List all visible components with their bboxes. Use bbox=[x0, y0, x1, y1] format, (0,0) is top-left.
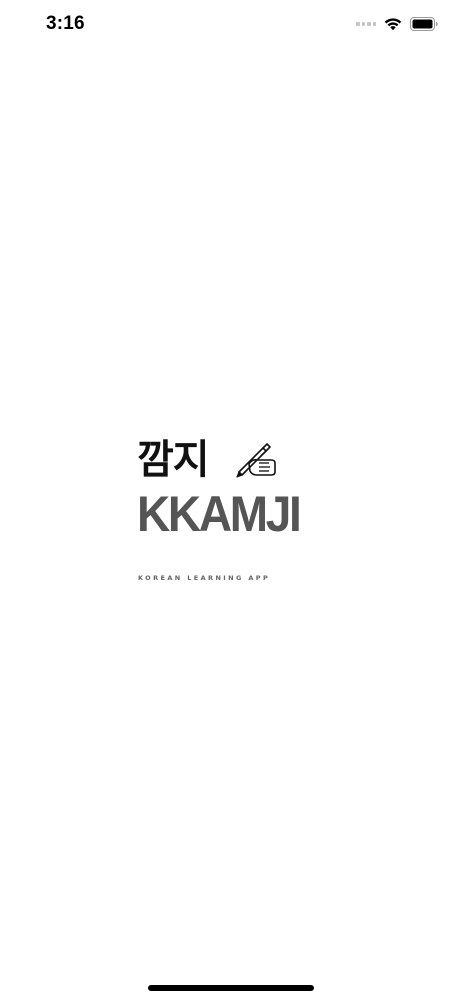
writing-hand-icon bbox=[235, 442, 281, 478]
logo-korean-title: 깜지 bbox=[137, 437, 210, 483]
status-bar: 3:16 bbox=[0, 0, 462, 50]
battery-icon bbox=[410, 17, 438, 31]
logo-english-title: KKAMJI bbox=[137, 486, 302, 542]
status-icons bbox=[356, 14, 438, 34]
home-indicator[interactable] bbox=[148, 985, 314, 991]
status-time: 3:16 bbox=[46, 13, 85, 34]
logo-tagline: KOREAN LEARNING APP bbox=[138, 574, 271, 582]
wifi-icon bbox=[384, 17, 402, 31]
app-logo: 깜지 KKAMJI KOREAN LEARNING APP bbox=[137, 436, 327, 596]
signal-icon bbox=[356, 22, 376, 26]
